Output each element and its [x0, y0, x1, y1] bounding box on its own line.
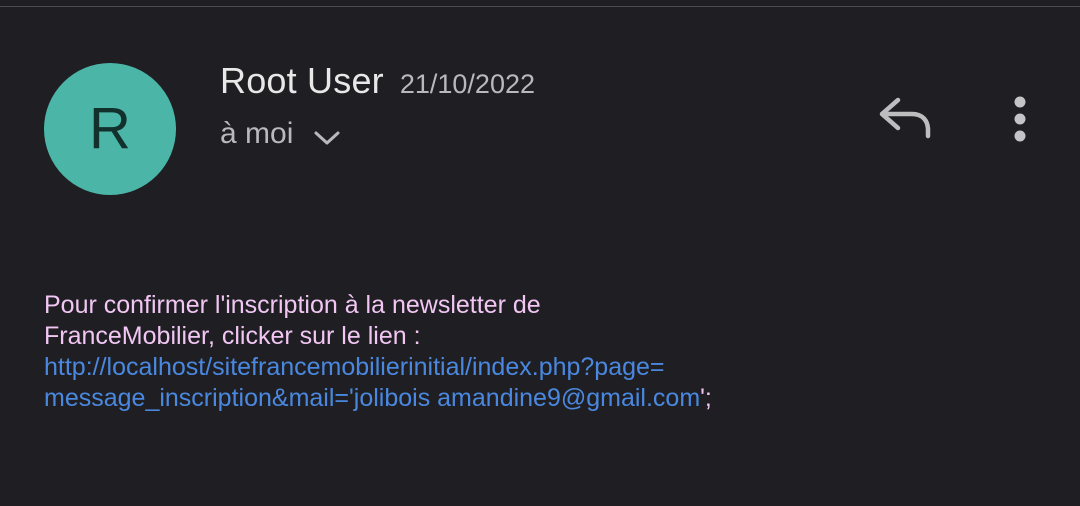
- inscription-link-part-2[interactable]: message_inscription&mail='jolibois amand…: [44, 384, 700, 412]
- more-vert-icon: [1014, 96, 1026, 142]
- recipient-label: à moi: [220, 117, 294, 150]
- body-line-1: Pour confirmer l'inscription à la newsle…: [44, 291, 541, 319]
- message-date: 21/10/2022: [399, 69, 535, 99]
- link-tail-text: ';: [700, 384, 712, 412]
- inscription-link-part-1[interactable]: http://localhost/sitefrancemobilieriniti…: [44, 353, 665, 381]
- link-line-1-wrap: http://localhost/sitefrancemobilieriniti…: [44, 352, 1024, 383]
- sender-row: Root User 21/10/2022: [220, 60, 535, 102]
- sender-avatar[interactable]: R: [44, 63, 176, 195]
- email-view: R Root User 21/10/2022 à moi Pour confir…: [0, 0, 1080, 506]
- top-divider: [0, 6, 1080, 7]
- reply-icon: [879, 97, 931, 139]
- chevron-down-icon[interactable]: [313, 128, 341, 148]
- sender-name[interactable]: Root User: [220, 60, 384, 102]
- more-options-button[interactable]: [1000, 92, 1040, 148]
- reply-button[interactable]: [872, 92, 936, 144]
- recipient-details-toggle[interactable]: à moi: [220, 117, 341, 151]
- avatar-letter: R: [89, 96, 131, 161]
- message-body: Pour confirmer l'inscription à la newsle…: [44, 290, 1024, 414]
- body-line-2: FranceMobilier, clicker sur le lien :: [44, 322, 421, 350]
- link-line-2-wrap: message_inscription&mail='jolibois amand…: [44, 383, 1024, 414]
